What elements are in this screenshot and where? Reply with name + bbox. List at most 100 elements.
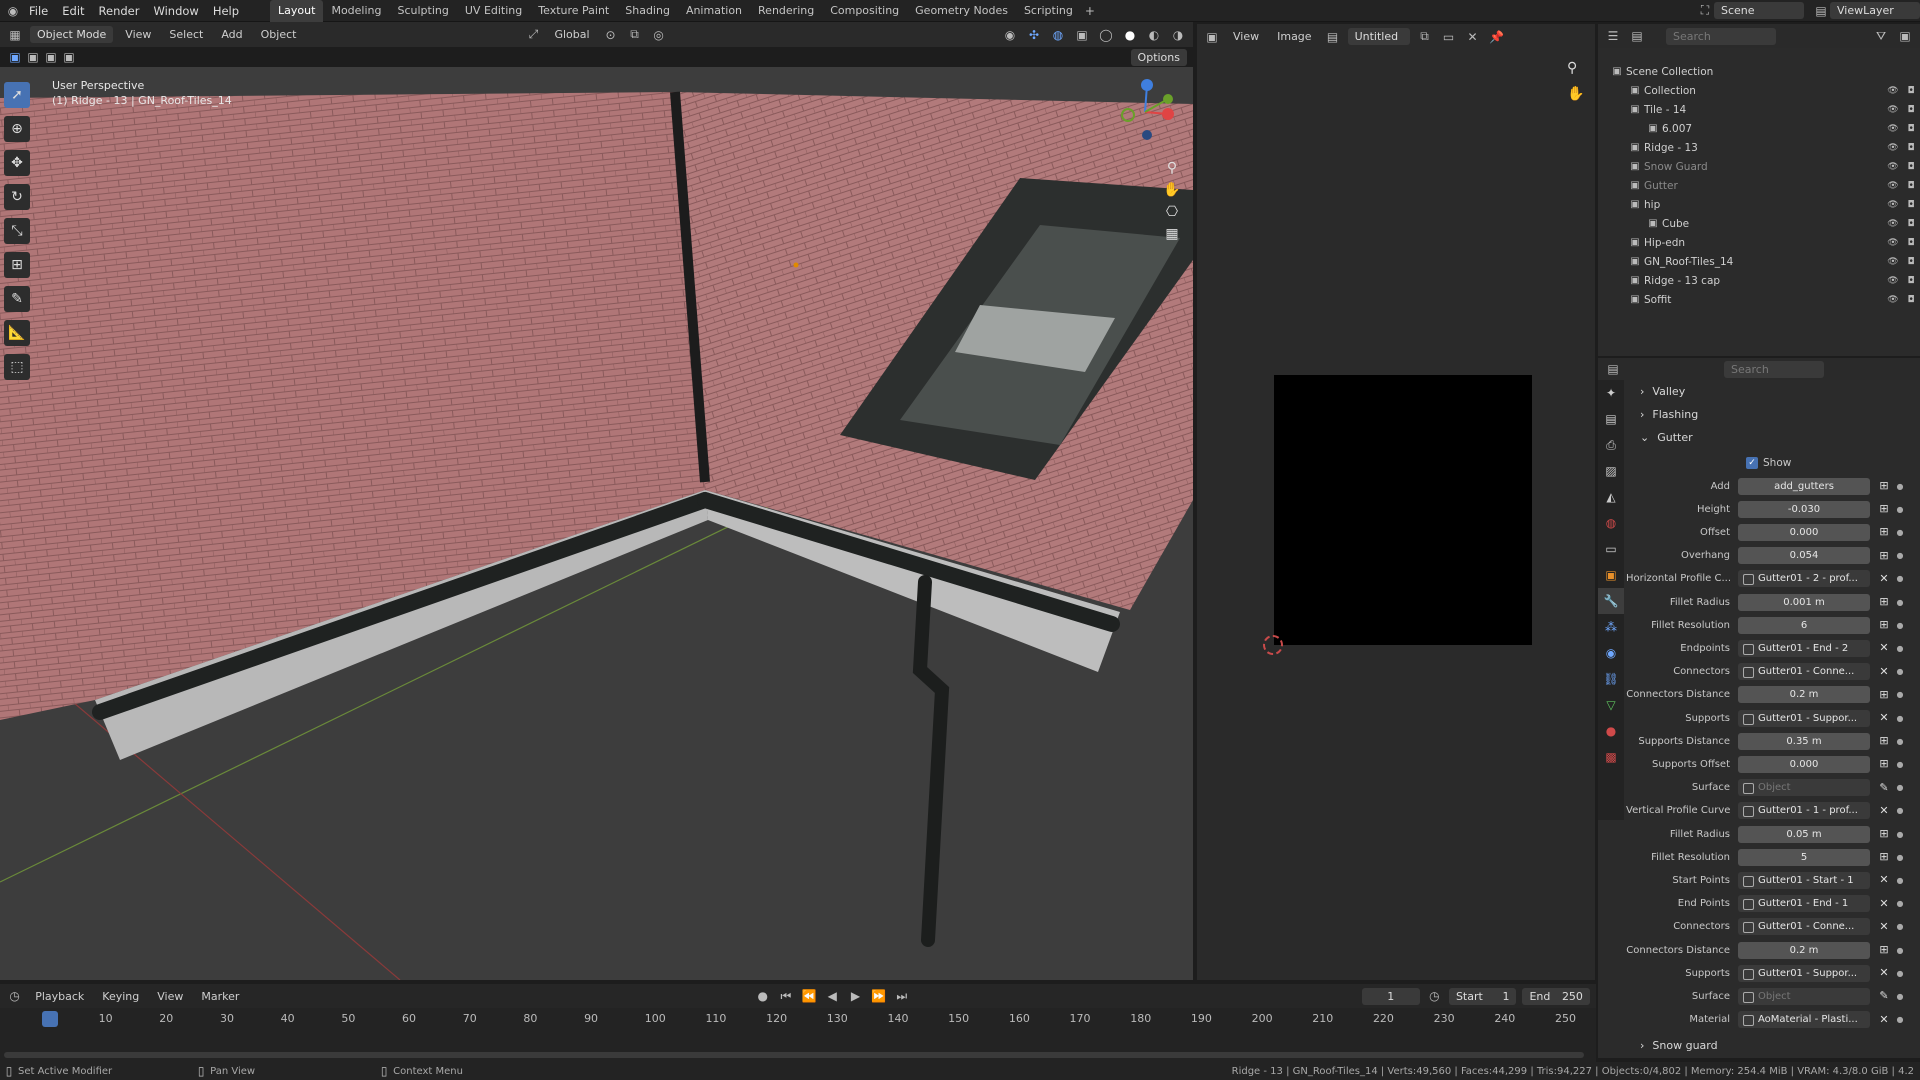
- keyframe-dot-icon[interactable]: ●: [1896, 528, 1904, 537]
- input-socket-toggle-icon[interactable]: ⊞: [1876, 501, 1892, 517]
- scene-selector[interactable]: Scene: [1714, 2, 1804, 19]
- menu-select[interactable]: Select: [163, 26, 209, 43]
- material-tab-icon[interactable]: ●: [1598, 718, 1624, 744]
- eyedropper-icon[interactable]: ✎: [1876, 988, 1892, 1004]
- render-camera-icon[interactable]: ◘: [1902, 177, 1920, 195]
- rotate-tool-icon[interactable]: ↻: [4, 184, 30, 210]
- menu-playback[interactable]: Playback: [29, 988, 90, 1005]
- tab-texture-paint[interactable]: Texture Paint: [530, 0, 617, 22]
- outliner-row[interactable]: ▣ Tile - 14 👁 ◘: [1598, 100, 1920, 119]
- property-field[interactable]: 0.000: [1738, 523, 1870, 541]
- timeline-scrollbar[interactable]: [4, 1052, 1584, 1058]
- property-field[interactable]: AoMaterial - Plasti...: [1738, 1011, 1870, 1029]
- property-field[interactable]: Gutter01 - 1 - prof...: [1738, 802, 1870, 820]
- keyframe-dot-icon[interactable]: ●: [1896, 598, 1904, 607]
- zoom-icon[interactable]: ⚲: [1161, 157, 1183, 179]
- render-camera-icon[interactable]: ◘: [1902, 234, 1920, 252]
- modifier-tab-icon[interactable]: 🔧: [1598, 588, 1624, 614]
- clear-field-icon[interactable]: ✕: [1876, 803, 1892, 819]
- clear-field-icon[interactable]: ✕: [1876, 965, 1892, 981]
- menu-file[interactable]: File: [22, 0, 55, 22]
- jump-key-back-icon[interactable]: ⏪: [800, 987, 817, 1005]
- snap-icon[interactable]: ⧉: [626, 26, 644, 44]
- tool-tab-icon[interactable]: ✦: [1598, 380, 1624, 406]
- property-field[interactable]: 0.35 m: [1738, 732, 1870, 750]
- input-socket-toggle-icon[interactable]: ⊞: [1876, 826, 1892, 842]
- clear-field-icon[interactable]: ✕: [1876, 571, 1892, 587]
- input-socket-toggle-icon[interactable]: ⊞: [1876, 942, 1892, 958]
- tab-modeling[interactable]: Modeling: [323, 0, 389, 22]
- tab-scripting[interactable]: Scripting: [1016, 0, 1081, 22]
- property-field[interactable]: Gutter01 - Conne...: [1738, 918, 1870, 936]
- overlay-icon[interactable]: ◍: [1049, 26, 1067, 44]
- property-field[interactable]: -0.030: [1738, 500, 1870, 518]
- mode-selector[interactable]: Object Mode: [30, 26, 114, 43]
- property-field[interactable]: Gutter01 - End - 2: [1738, 639, 1870, 657]
- clear-field-icon[interactable]: ✕: [1876, 896, 1892, 912]
- data-tab-icon[interactable]: ▽: [1598, 692, 1624, 718]
- visibility-eye-icon[interactable]: 👁: [1884, 253, 1902, 271]
- cursor-tool-icon[interactable]: ⊕: [4, 116, 30, 142]
- keyframe-dot-icon[interactable]: ●: [1896, 783, 1904, 792]
- navigation-gizmo[interactable]: [1110, 77, 1180, 147]
- playhead[interactable]: [42, 1011, 58, 1027]
- xray-icon[interactable]: ▣: [1073, 26, 1091, 44]
- properties-search-input[interactable]: Search: [1724, 360, 1824, 378]
- property-field[interactable]: Gutter01 - Start - 1: [1738, 871, 1870, 889]
- scale-tool-icon[interactable]: ⤡: [4, 218, 30, 244]
- tab-layout[interactable]: Layout: [270, 0, 324, 22]
- select-invert-icon[interactable]: ▣: [60, 48, 78, 66]
- image-pan-icon[interactable]: ✋: [1567, 86, 1584, 102]
- proportional-edit-icon[interactable]: ◎: [650, 26, 668, 44]
- select-box-mode-icon[interactable]: ▣: [6, 48, 24, 66]
- viewlayer-selector[interactable]: ViewLayer: [1830, 2, 1920, 19]
- image-zoom-icon[interactable]: ⚲: [1567, 60, 1577, 76]
- keyframe-dot-icon[interactable]: ●: [1896, 714, 1904, 723]
- outliner-row[interactable]: ▣ Ridge - 13 cap 👁 ◘: [1598, 271, 1920, 290]
- render-camera-icon[interactable]: ◘: [1902, 82, 1920, 100]
- outliner-row[interactable]: ▣ Scene Collection: [1598, 62, 1920, 81]
- input-socket-toggle-icon[interactable]: ⊞: [1876, 756, 1892, 772]
- eyedropper-icon[interactable]: ✎: [1876, 780, 1892, 796]
- visibility-eye-icon[interactable]: 👁: [1884, 215, 1902, 233]
- add-workspace-icon[interactable]: +: [1081, 2, 1099, 20]
- tab-animation[interactable]: Animation: [678, 0, 750, 22]
- input-socket-toggle-icon[interactable]: ⊞: [1876, 478, 1892, 494]
- tab-shading[interactable]: Shading: [617, 0, 678, 22]
- visibility-eye-icon[interactable]: 👁: [1884, 196, 1902, 214]
- property-field[interactable]: Object: [1738, 987, 1870, 1005]
- property-field[interactable]: add_gutters: [1738, 477, 1870, 495]
- property-field[interactable]: 0.054: [1738, 547, 1870, 565]
- image-name-field[interactable]: Untitled: [1347, 28, 1410, 45]
- menu-view[interactable]: View: [119, 26, 157, 43]
- clear-field-icon[interactable]: ✕: [1876, 919, 1892, 935]
- menu-add[interactable]: Add: [215, 26, 248, 43]
- play-icon[interactable]: ▶: [847, 987, 864, 1005]
- property-field[interactable]: 0.000: [1738, 755, 1870, 773]
- render-camera-icon[interactable]: ◘: [1902, 196, 1920, 214]
- keyframe-dot-icon[interactable]: ●: [1896, 667, 1904, 676]
- show-checkbox-row[interactable]: ✓ Show: [1746, 453, 1920, 473]
- input-socket-toggle-icon[interactable]: ⊞: [1876, 617, 1892, 633]
- keyframe-dot-icon[interactable]: ●: [1896, 1015, 1904, 1024]
- visibility-eye-icon[interactable]: 👁: [1884, 291, 1902, 309]
- property-field[interactable]: 0.05 m: [1738, 825, 1870, 843]
- render-camera-icon[interactable]: ◘: [1902, 139, 1920, 157]
- timeline-type-icon[interactable]: ◷: [6, 987, 23, 1005]
- shading-wireframe-icon[interactable]: ◯: [1097, 26, 1115, 44]
- select-extend-icon[interactable]: ▣: [24, 48, 42, 66]
- image-new-icon[interactable]: ⧉: [1416, 28, 1434, 46]
- keyframe-dot-icon[interactable]: ●: [1896, 505, 1904, 514]
- keyframe-dot-icon[interactable]: ●: [1896, 737, 1904, 746]
- auto-key-icon[interactable]: ●: [754, 987, 771, 1005]
- image-open-icon[interactable]: ▭: [1440, 28, 1458, 46]
- jump-key-forward-icon[interactable]: ⏩: [870, 987, 887, 1005]
- visibility-eye-icon[interactable]: 👁: [1884, 177, 1902, 195]
- outliner-row[interactable]: ▣ Collection 👁 ◘: [1598, 81, 1920, 100]
- keyframe-dot-icon[interactable]: ●: [1896, 482, 1904, 491]
- start-frame-field[interactable]: Start 1: [1448, 987, 1517, 1005]
- output-tab-icon[interactable]: ⎙: [1598, 432, 1624, 458]
- keyframe-dot-icon[interactable]: ●: [1896, 899, 1904, 908]
- menu-window[interactable]: Window: [146, 0, 205, 22]
- render-camera-icon[interactable]: ◘: [1902, 101, 1920, 119]
